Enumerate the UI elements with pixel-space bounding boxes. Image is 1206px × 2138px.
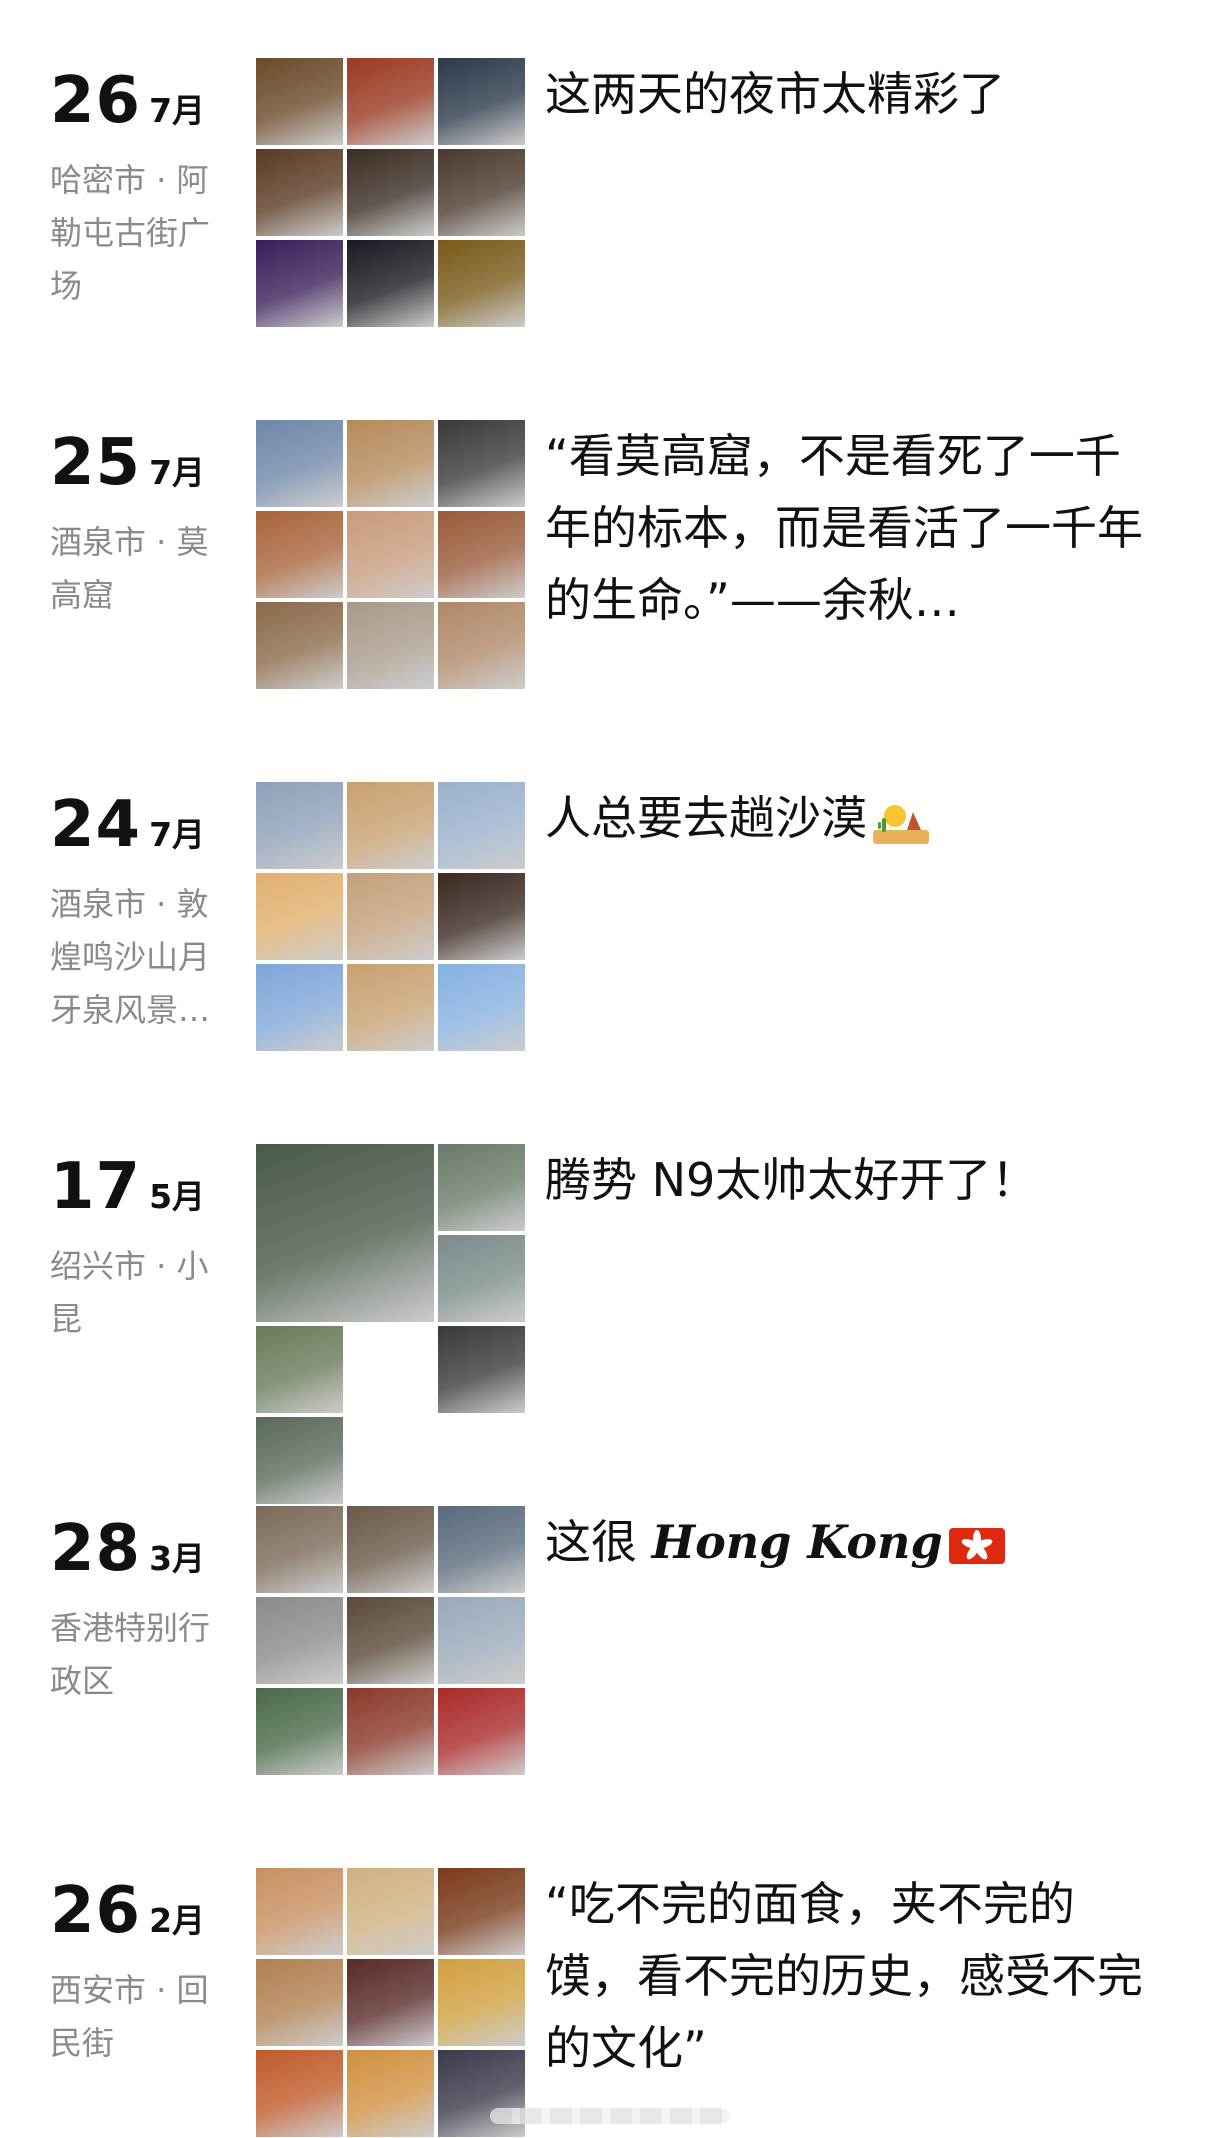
post-caption[interactable]: 这两天的夜市太精彩了	[545, 58, 1145, 130]
post-location[interactable]: 西安市 · 回民街	[50, 1964, 230, 2070]
post-date: 17 5月	[50, 1150, 205, 1224]
post-date: 28 3月	[50, 1512, 205, 1586]
photo-thumbnail[interactable]	[256, 149, 343, 236]
watermark	[490, 2108, 730, 2124]
photo-thumbnail[interactable]	[438, 782, 525, 869]
desert-emoji-icon	[873, 804, 929, 844]
photo-grid[interactable]	[256, 1868, 525, 2137]
timeline-post[interactable]: 28 3月 香港特别行政区 这很 Hong Kong	[0, 1506, 1206, 1776]
timeline-post[interactable]: 25 7月 酒泉市 · 莫高窟 “看莫高窟，不是看死了一千年的标本，而是看活了一千…	[0, 420, 1206, 690]
post-month: 7月	[149, 91, 206, 130]
photo-thumbnail[interactable]	[438, 1597, 525, 1684]
photo-thumbnail[interactable]	[256, 873, 343, 960]
photo-thumbnail[interactable]	[438, 964, 525, 1051]
photo-thumbnail[interactable]	[347, 782, 434, 869]
photo-thumbnail[interactable]	[438, 1868, 525, 1955]
post-date: 26 7月	[50, 64, 205, 138]
photo-thumbnail[interactable]	[256, 1326, 343, 1413]
photo-thumbnail[interactable]	[347, 1597, 434, 1684]
post-location[interactable]: 酒泉市 · 敦煌鸣沙山月牙泉风景…	[50, 878, 230, 1037]
photo-thumbnail[interactable]	[438, 511, 525, 598]
post-month: 7月	[149, 815, 206, 854]
photo-thumbnail[interactable]	[256, 1868, 343, 1955]
post-day: 24	[50, 788, 142, 862]
photo-thumbnail[interactable]	[256, 1417, 343, 1504]
photo-thumbnail[interactable]	[256, 2050, 343, 2137]
photo-thumbnail[interactable]	[347, 2050, 434, 2137]
photo-thumbnail[interactable]	[438, 1235, 525, 1322]
photo-thumbnail[interactable]	[347, 1868, 434, 1955]
photo-thumbnail[interactable]	[438, 149, 525, 236]
timeline-post[interactable]: 17 5月 绍兴市 · 小昆 腾势 N9太帅太好开了！	[0, 1144, 1206, 1504]
photo-thumbnail[interactable]	[256, 1144, 434, 1322]
photo-grid[interactable]	[256, 58, 525, 327]
caption-text: 这很	[545, 1515, 652, 1569]
post-caption[interactable]: “吃不完的面食，夹不完的馍，看不完的历史，感受不完的文化”	[545, 1868, 1145, 2084]
photo-thumbnail[interactable]	[347, 511, 434, 598]
photo-thumbnail[interactable]	[256, 964, 343, 1051]
post-month: 2月	[149, 1901, 206, 1940]
post-day: 26	[50, 1874, 142, 1948]
post-location[interactable]: 香港特别行政区	[50, 1602, 230, 1708]
photo-grid[interactable]	[256, 420, 525, 689]
post-caption[interactable]: 人总要去趟沙漠	[545, 782, 1145, 854]
photo-grid[interactable]	[256, 1144, 525, 1504]
photo-thumbnail[interactable]	[256, 1959, 343, 2046]
post-day: 26	[50, 64, 142, 138]
photo-grid[interactable]	[256, 782, 525, 1051]
post-date: 26 2月	[50, 1874, 205, 1948]
post-location[interactable]: 绍兴市 · 小昆	[50, 1240, 230, 1346]
post-date: 25 7月	[50, 426, 205, 500]
photo-thumbnail[interactable]	[256, 1688, 343, 1775]
photo-thumbnail[interactable]	[438, 58, 525, 145]
photo-thumbnail[interactable]	[347, 1506, 434, 1593]
photo-thumbnail[interactable]	[438, 1506, 525, 1593]
photo-thumbnail[interactable]	[347, 1688, 434, 1775]
photo-thumbnail[interactable]	[347, 420, 434, 507]
post-caption[interactable]: “看莫高窟，不是看死了一千年的标本，而是看活了一千年的生命。”——余秋…	[545, 420, 1145, 636]
photo-thumbnail[interactable]	[438, 1959, 525, 2046]
photo-grid[interactable]	[256, 1506, 525, 1775]
post-location[interactable]: 酒泉市 · 莫高窟	[50, 516, 230, 622]
post-month: 7月	[149, 453, 206, 492]
timeline-post[interactable]: 26 2月 西安市 · 回民街 “吃不完的面食，夹不完的馍，看不完的历史，感受不完…	[0, 1868, 1206, 2138]
caption-emphasis: Hong Kong	[651, 1515, 943, 1569]
photo-thumbnail[interactable]	[347, 873, 434, 960]
photo-thumbnail[interactable]	[347, 149, 434, 236]
hong-kong-flag-icon	[948, 1527, 1005, 1564]
post-caption[interactable]: 这很 Hong Kong	[545, 1506, 1145, 1578]
photo-thumbnail[interactable]	[438, 602, 525, 689]
post-caption[interactable]: 腾势 N9太帅太好开了！	[545, 1144, 1145, 1216]
timeline-post[interactable]: 26 7月 哈密市 · 阿勒屯古街广场 这两天的夜市太精彩了	[0, 58, 1206, 328]
caption-text: 人总要去趟沙漠	[545, 791, 867, 845]
photo-thumbnail[interactable]	[256, 58, 343, 145]
post-day: 17	[50, 1150, 142, 1224]
photo-thumbnail[interactable]	[438, 873, 525, 960]
photo-thumbnail[interactable]	[438, 1688, 525, 1775]
photo-thumbnail[interactable]	[347, 240, 434, 327]
photo-thumbnail[interactable]	[347, 602, 434, 689]
post-day: 25	[50, 426, 142, 500]
photo-thumbnail[interactable]	[438, 420, 525, 507]
post-date: 24 7月	[50, 788, 205, 862]
photo-thumbnail[interactable]	[256, 420, 343, 507]
photo-thumbnail[interactable]	[438, 1326, 525, 1413]
photo-thumbnail[interactable]	[256, 240, 343, 327]
post-day: 28	[50, 1512, 142, 1586]
post-location[interactable]: 哈密市 · 阿勒屯古街广场	[50, 154, 230, 313]
photo-thumbnail[interactable]	[438, 1144, 525, 1231]
photo-thumbnail[interactable]	[438, 240, 525, 327]
photo-thumbnail[interactable]	[256, 1597, 343, 1684]
timeline-post[interactable]: 24 7月 酒泉市 · 敦煌鸣沙山月牙泉风景… 人总要去趟沙漠	[0, 782, 1206, 1052]
post-month: 5月	[149, 1177, 206, 1216]
photo-thumbnail[interactable]	[256, 511, 343, 598]
photo-thumbnail[interactable]	[347, 964, 434, 1051]
post-month: 3月	[149, 1539, 206, 1578]
photo-thumbnail[interactable]	[347, 1959, 434, 2046]
photo-thumbnail[interactable]	[347, 58, 434, 145]
photo-thumbnail[interactable]	[256, 1506, 343, 1593]
photo-thumbnail[interactable]	[256, 782, 343, 869]
photo-thumbnail[interactable]	[256, 602, 343, 689]
